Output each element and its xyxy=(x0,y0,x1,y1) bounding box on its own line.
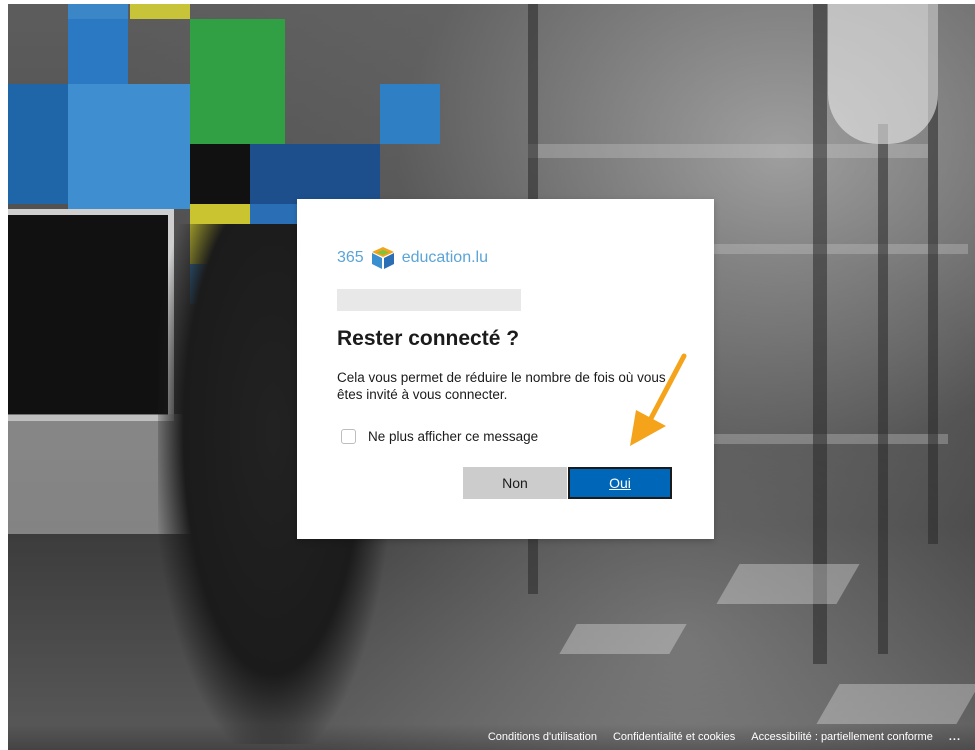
footer-terms-link[interactable]: Conditions d'utilisation xyxy=(488,731,597,743)
shelf xyxy=(528,144,928,158)
deco-square xyxy=(380,84,440,144)
education-cube-icon xyxy=(371,247,394,269)
footer-accessibility-link[interactable]: Accessibilité : partiellement conforme xyxy=(751,731,933,743)
deco-square xyxy=(130,4,190,19)
username-redacted xyxy=(337,289,521,311)
shelf xyxy=(708,434,948,444)
deco-square xyxy=(68,19,128,84)
footer-privacy-link[interactable]: Confidentialité et cookies xyxy=(613,731,735,743)
deco-square xyxy=(68,84,190,209)
dont-show-again-checkbox[interactable] xyxy=(341,429,356,444)
more-options-icon[interactable]: ... xyxy=(949,731,961,743)
deco-square xyxy=(190,19,285,144)
logo-suffix: education.lu xyxy=(401,249,488,266)
floor-light xyxy=(816,684,975,724)
annotation-arrow-icon xyxy=(630,353,687,446)
computer-monitor xyxy=(8,209,174,421)
floor-light xyxy=(716,564,860,604)
deco-square xyxy=(190,144,250,204)
shelf-post xyxy=(878,124,888,654)
no-button[interactable]: Non xyxy=(463,467,567,499)
yes-button[interactable]: Oui xyxy=(568,467,672,499)
deco-square xyxy=(68,4,128,19)
lamp xyxy=(828,4,938,144)
floor-light xyxy=(559,624,687,654)
footer: Conditions d'utilisation Confidentialité… xyxy=(8,724,975,750)
deco-square xyxy=(250,144,380,204)
brand-logo: 365 education.lu xyxy=(337,245,488,271)
dialog-title: Rester connecté ? xyxy=(337,327,520,350)
logo-prefix: 365 xyxy=(337,249,364,266)
dont-show-again-label[interactable]: Ne plus afficher ce message xyxy=(368,429,538,444)
deco-square xyxy=(8,84,68,204)
dont-show-again-row[interactable]: Ne plus afficher ce message xyxy=(341,429,538,444)
screen-frame: 365 education.lu Rester connecté ? Cela … xyxy=(8,4,975,750)
